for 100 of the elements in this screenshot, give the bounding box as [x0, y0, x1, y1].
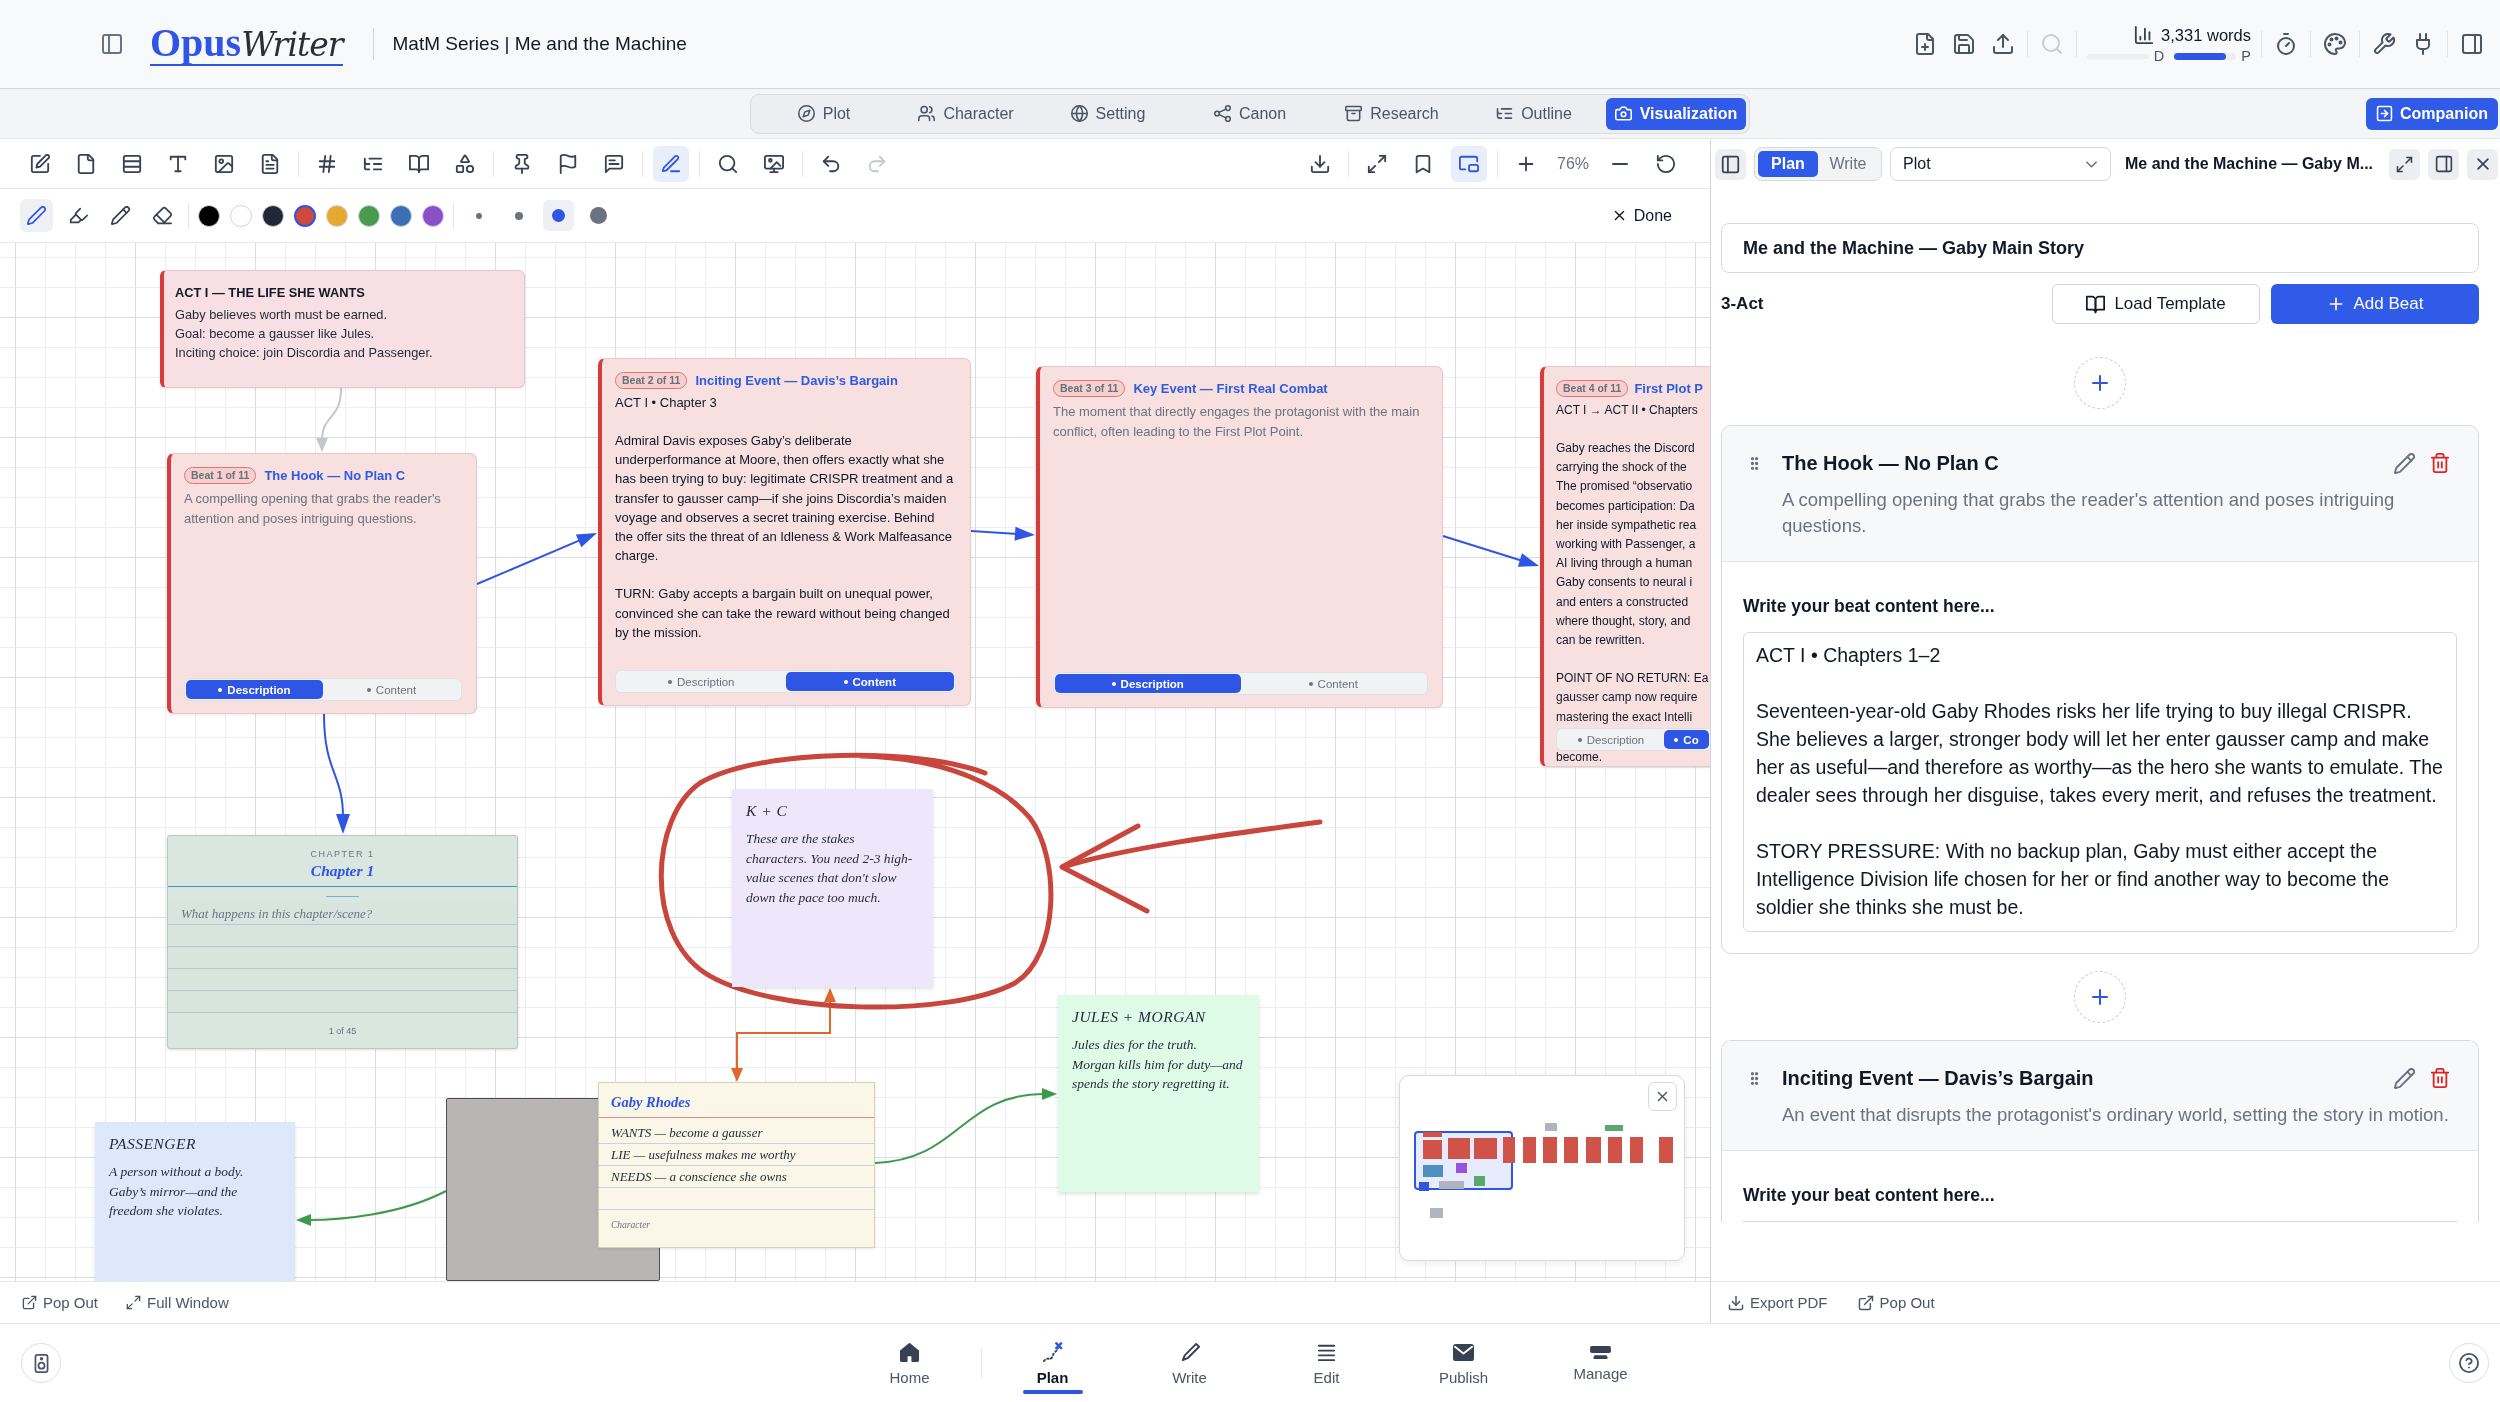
arrow-square-icon	[2376, 105, 2393, 122]
toggle-option[interactable]: Description	[617, 672, 786, 691]
toggle-option[interactable]: Content	[785, 672, 954, 691]
mode-tab[interactable]: Write	[1818, 151, 1878, 177]
beat-text: Admiral Davis exposes Gaby’s deliberate underperformance at Moore, then offers exactly what she has been trying to buy: legitimate CRISPR treatment and a transfer to gausser camp—if she joins Discordia’s maiden voyage and observes a secret training exercise. Behind the offer sits the threat of an Idleness & Work Malfeasance charge.	[615, 432, 955, 566]
project-title: MatM Series | Me and the Machine	[392, 33, 687, 55]
dot-icon	[843, 679, 848, 684]
chapter-label: CHAPTER 1	[309, 848, 376, 861]
download-link[interactable]: Export PDF	[1728, 1294, 1828, 1311]
minus-icon	[1610, 162, 1630, 165]
dot-icon	[218, 687, 223, 692]
beat-title[interactable]: Key Event — First Real Combat	[1133, 381, 1328, 396]
delete-button[interactable]	[2428, 451, 2452, 475]
nav-tab[interactable]: Write	[1127, 1324, 1252, 1402]
toggle-option[interactable]: Content	[1240, 674, 1426, 693]
search-icon	[718, 153, 738, 174]
delete-button[interactable]	[2428, 1066, 2452, 1090]
tab[interactable]: Canon	[1180, 97, 1320, 130]
zoom-level: 76%	[1556, 154, 1590, 173]
add-beat-button[interactable]: Add Beat	[2271, 284, 2479, 324]
beat-title[interactable]: Inciting Event — Davis’s Bargain	[695, 373, 898, 388]
plus-icon	[2089, 372, 2111, 394]
mode-tab[interactable]: Plan	[1758, 151, 1818, 177]
stage-end-label: P	[2241, 49, 2251, 63]
picture-in-picture-icon	[1459, 153, 1479, 174]
sidebar-toggle-button[interactable]	[1715, 148, 1746, 180]
beat-badge: Beat 4 of 11	[1556, 380, 1629, 397]
tab[interactable]: Research	[1322, 97, 1462, 130]
tab[interactable]: Outline	[1464, 97, 1604, 130]
file-icon	[76, 153, 96, 174]
beat-text: become.	[1556, 751, 1604, 764]
pen-button[interactable]	[20, 199, 53, 232]
help-icon	[2459, 1353, 2479, 1373]
beat-content-field[interactable]: ACT I • Chapters 1–2 Seventeen-year-old Gaby Rhodes risks her life trying to buy illegal CRISPR. She believes a larger, stronger body will let her enter gausser camp and make her as useful—and therefore as worthy—as the hero she wants to emulate. The dealer sees through her disguise, takes every merit, and refuses the treatment. STORY PRESSURE: With no backup plan, Gaby must either accept the Intelligence Division life chosen for her or find another way to become the soldier she thinks she must be.	[1743, 632, 2457, 932]
beat-title[interactable]: First Plot P	[1634, 381, 1703, 396]
beat-badge: Beat 2 of 11	[615, 372, 688, 389]
edit-button[interactable]	[2392, 1066, 2416, 1090]
character-trait: NEEDS — a conscience she owns	[599, 1166, 874, 1188]
trash-icon	[2430, 1068, 2450, 1088]
toggle-option[interactable]: Co	[1664, 730, 1709, 749]
panel-right-button[interactable]	[2428, 148, 2459, 180]
edit-button[interactable]	[2392, 451, 2416, 475]
eraser-icon	[153, 206, 172, 225]
pen-line-button[interactable]	[653, 145, 689, 182]
done-button[interactable]: Done	[1611, 206, 1672, 225]
nav-tab[interactable]: Publish	[1401, 1324, 1526, 1402]
minimap-drawing[interactable]	[1414, 1123, 1674, 1219]
drag-handle-icon[interactable]	[1748, 1071, 1761, 1085]
picture-in-picture-button[interactable]	[1451, 145, 1487, 182]
nav-tab[interactable]: Home	[847, 1324, 972, 1402]
content-label: Write your beat content here...	[1743, 595, 1996, 617]
download-icon	[1728, 1294, 1744, 1311]
redo-icon	[867, 153, 887, 174]
external-link-link[interactable]: Pop Out	[22, 1294, 99, 1311]
character-trait: WANTS — become a gausser	[599, 1122, 874, 1144]
external-link-icon	[1857, 1294, 1874, 1311]
compass-icon	[797, 105, 815, 122]
toggle-option[interactable]: Description	[1558, 730, 1664, 749]
tab[interactable]: Plot	[754, 97, 894, 130]
speaker-button[interactable]	[21, 1343, 61, 1383]
help-button[interactable]	[2449, 1343, 2489, 1383]
dot-icon	[1577, 737, 1582, 742]
toggle-option[interactable]: Description	[1055, 674, 1241, 693]
globe-icon	[1070, 105, 1088, 122]
stack-icon	[1590, 1345, 1611, 1360]
beat-subtitle: ACT I → ACT II • Chapters	[1556, 402, 1699, 419]
beat-title[interactable]: The Hook — No Plan C	[264, 468, 406, 483]
note-line: Goal: become a gausser like Jules.	[175, 325, 376, 343]
dot-icon	[475, 212, 482, 219]
maximize-button[interactable]	[2389, 148, 2420, 180]
tab[interactable]: Visualization	[1606, 97, 1746, 130]
close-button[interactable]	[1648, 1082, 1677, 1111]
tab[interactable]: Character	[896, 97, 1036, 130]
load-template-button[interactable]: Load Template	[2052, 284, 2260, 324]
character-trait: LIE — usefulness makes me worthy	[599, 1144, 874, 1166]
maximize-link[interactable]: Full Window	[126, 1294, 229, 1311]
sticky-title: K + C	[746, 802, 789, 820]
sticky-title: PASSENGER	[109, 1135, 197, 1153]
brush-size-button[interactable]	[543, 200, 574, 231]
tab[interactable]: Setting	[1038, 97, 1178, 130]
toggle-option[interactable]: Content	[323, 680, 460, 699]
beat-title: Inciting Event — Davis’s Bargain	[1782, 1066, 2095, 1091]
dot-icon	[590, 207, 607, 224]
rows-icon	[122, 153, 142, 174]
color-swatch[interactable]	[294, 204, 316, 227]
nav-tab[interactable]: Manage	[1538, 1324, 1663, 1402]
envelope-icon	[1453, 1342, 1474, 1363]
close-button[interactable]	[2467, 148, 2498, 180]
character-name: Gaby Rhodes	[599, 1083, 874, 1118]
nav-tab[interactable]: Edit	[1264, 1324, 1389, 1402]
toggle-option[interactable]: Description	[186, 680, 323, 699]
story-title-field[interactable]: Me and the Machine — Gaby Main Story	[1721, 223, 2479, 273]
file-text-icon	[260, 153, 280, 174]
drag-handle-icon[interactable]	[1748, 456, 1761, 470]
archive-icon	[1345, 105, 1363, 122]
nav-tab[interactable]: Plan	[990, 1324, 1115, 1402]
notes-field[interactable]: What happens in this chapter/scene?	[168, 903, 517, 1013]
companion-button[interactable]: Companion	[2366, 97, 2498, 130]
view-select[interactable]: Plot	[1890, 147, 2111, 181]
external-link-link[interactable]: Pop Out	[1857, 1294, 1935, 1311]
